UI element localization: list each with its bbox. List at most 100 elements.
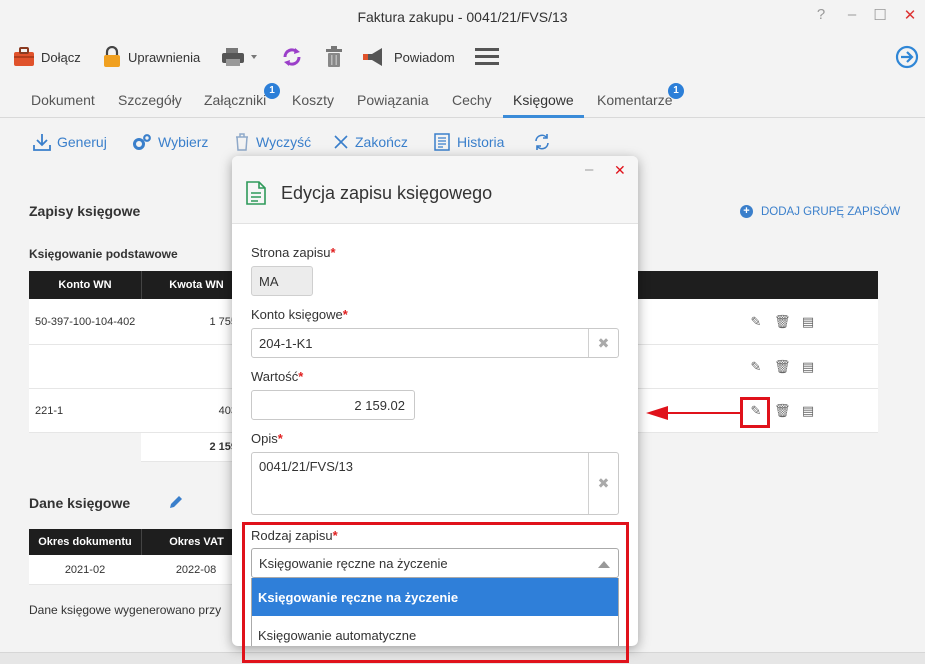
hamburger-menu-icon	[475, 48, 499, 65]
tab-komentarze[interactable]: Komentarze	[597, 92, 672, 108]
document-list-icon	[434, 133, 450, 151]
active-tab-indicator	[503, 115, 584, 118]
refresh-button[interactable]	[533, 133, 557, 151]
download-icon	[33, 134, 51, 151]
history-button[interactable]: Historia	[433, 133, 504, 151]
value-label: Wartość*	[251, 369, 304, 384]
table-row-2-actions: ✎ 🗑 ▤	[738, 345, 878, 389]
generate-label: Generuj	[57, 134, 107, 150]
dialog-close-icon[interactable]: ✕	[614, 162, 626, 179]
delete-button[interactable]	[324, 42, 344, 72]
printer-icon	[222, 48, 257, 66]
clear-label: Wyczyść	[256, 134, 312, 150]
details-list-icon[interactable]: ▤	[800, 359, 816, 375]
toolbar: Dołącz Uprawnienia Powiadom	[0, 36, 925, 80]
edit-pencil-icon[interactable]: ✎	[748, 314, 764, 330]
document-icon	[246, 181, 266, 205]
dialog-title: Edycja zapisu księgowego	[281, 183, 493, 203]
details-list-icon[interactable]: ▤	[800, 403, 816, 419]
value-field[interactable]: 2 159.02	[251, 390, 415, 420]
trash-icon[interactable]: 🗑	[774, 403, 791, 419]
add-group-label: DODAJ GRUPĘ ZAPISÓW	[761, 205, 901, 218]
account-field[interactable]: 204-1-K1 ✖	[251, 328, 619, 358]
clear-description-icon[interactable]: ✖	[588, 453, 618, 514]
clear-account-icon[interactable]: ✖	[588, 329, 618, 357]
column-header-konto-wn: Konto WN	[29, 271, 141, 299]
megaphone-icon	[363, 48, 382, 66]
help-icon[interactable]: ?	[811, 6, 831, 23]
attach-label: Dołącz	[41, 49, 81, 65]
tab-powiazania[interactable]: Powiązania	[357, 92, 429, 108]
history-label: Historia	[457, 134, 505, 150]
attach-button[interactable]: Dołącz	[13, 42, 81, 72]
print-button[interactable]	[221, 42, 261, 72]
attachments-count-badge: 1	[264, 83, 280, 99]
comments-count-badge: 1	[668, 83, 684, 99]
padlock-icon	[104, 46, 120, 67]
tab-zalaczniki[interactable]: Załączniki	[204, 92, 266, 108]
permissions-button[interactable]: Uprawnienia	[102, 42, 200, 72]
edit-pencil-icon[interactable]	[168, 494, 184, 510]
notify-label: Powiadom	[394, 49, 455, 65]
entry-side-field[interactable]: MA	[251, 266, 313, 296]
plus-circle-icon: +	[740, 205, 753, 218]
table-row-1-filler	[637, 299, 738, 345]
add-group-button[interactable]: + DODAJ GRUPĘ ZAPISÓW	[740, 205, 900, 218]
dialog-header: Edycja zapisu księgowego – ✕	[232, 156, 638, 224]
generate-button[interactable]: Generuj	[33, 133, 107, 151]
choose-label: Wybierz	[158, 134, 209, 150]
clear-button[interactable]: Wyczyść	[234, 133, 311, 151]
annotation-arrow-icon	[646, 406, 740, 420]
gears-icon	[133, 134, 151, 150]
table-row-3-account: 221-1	[29, 389, 141, 433]
table-row-1-account: 50-397-100-104-402	[29, 299, 141, 345]
table-row-1-actions: ✎ 🗑 ▤	[738, 299, 878, 345]
tab-cechy[interactable]: Cechy	[452, 92, 492, 108]
edit-pencil-icon[interactable]: ✎	[748, 359, 764, 375]
trash-icon[interactable]: 🗑	[774, 359, 791, 375]
generated-info-text: Dane księgowe wygenerowano przy	[29, 603, 222, 617]
trash-icon	[326, 46, 342, 67]
entries-section-title: Zapisy księgowe	[29, 203, 141, 219]
description-label: Opis*	[251, 431, 283, 446]
exit-button[interactable]	[895, 42, 919, 72]
choose-button[interactable]: Wybierz	[132, 133, 208, 151]
table-row-2-filler	[637, 345, 738, 389]
notify-button[interactable]: Powiadom	[362, 42, 455, 72]
trash-icon[interactable]: 🗑	[774, 314, 791, 330]
column-header-document-period: Okres dokumentu	[29, 529, 141, 555]
tab-koszty[interactable]: Koszty	[292, 92, 334, 108]
trash-outline-icon	[236, 133, 248, 151]
arrow-right-circle-icon	[895, 45, 919, 69]
entry-kind-highlight	[242, 522, 629, 663]
tab-szczegoly[interactable]: Szczegóły	[118, 92, 182, 108]
basic-posting-title: Księgowanie podstawowe	[29, 247, 178, 261]
sync-button[interactable]	[281, 42, 303, 72]
document-period-value: 2021-02	[29, 555, 141, 585]
tab-dokument[interactable]: Dokument	[31, 92, 95, 108]
details-list-icon[interactable]: ▤	[800, 314, 816, 330]
tab-ksiegowe[interactable]: Księgowe	[513, 92, 574, 108]
edit-icon-highlight	[740, 397, 770, 428]
table-row-2-account	[29, 345, 141, 389]
close-icon[interactable]: ✕	[900, 6, 920, 24]
tab-bar: Dokument Szczegóły Załączniki 1 Koszty P…	[0, 82, 925, 118]
maximize-icon[interactable]: ☐	[870, 6, 890, 24]
briefcase-icon	[14, 47, 34, 66]
entry-side-label: Strona zapisu*	[251, 245, 336, 260]
title-bar: Faktura zakupu - 0041/21/FVS/13 ? – ☐ ✕	[0, 0, 925, 34]
sync-icon	[283, 48, 301, 66]
close-x-icon	[334, 135, 348, 149]
finish-label: Zakończ	[355, 134, 408, 150]
description-field[interactable]: 0041/21/FVS/13 ✖	[251, 452, 619, 515]
accounting-action-bar: Generuj Wybierz Wyczyść Zakończ Historia	[0, 128, 925, 158]
account-label: Konto księgowe*	[251, 307, 348, 322]
window-title: Faktura zakupu - 0041/21/FVS/13	[357, 9, 568, 25]
accounting-data-title: Dane księgowe	[29, 495, 131, 511]
minimize-icon[interactable]: –	[842, 6, 862, 23]
finish-button[interactable]: Zakończ	[333, 133, 408, 151]
refresh-icon	[535, 134, 549, 150]
permissions-label: Uprawnienia	[128, 49, 201, 65]
menu-button[interactable]	[474, 42, 500, 72]
dialog-minimize-icon[interactable]: –	[585, 161, 593, 178]
